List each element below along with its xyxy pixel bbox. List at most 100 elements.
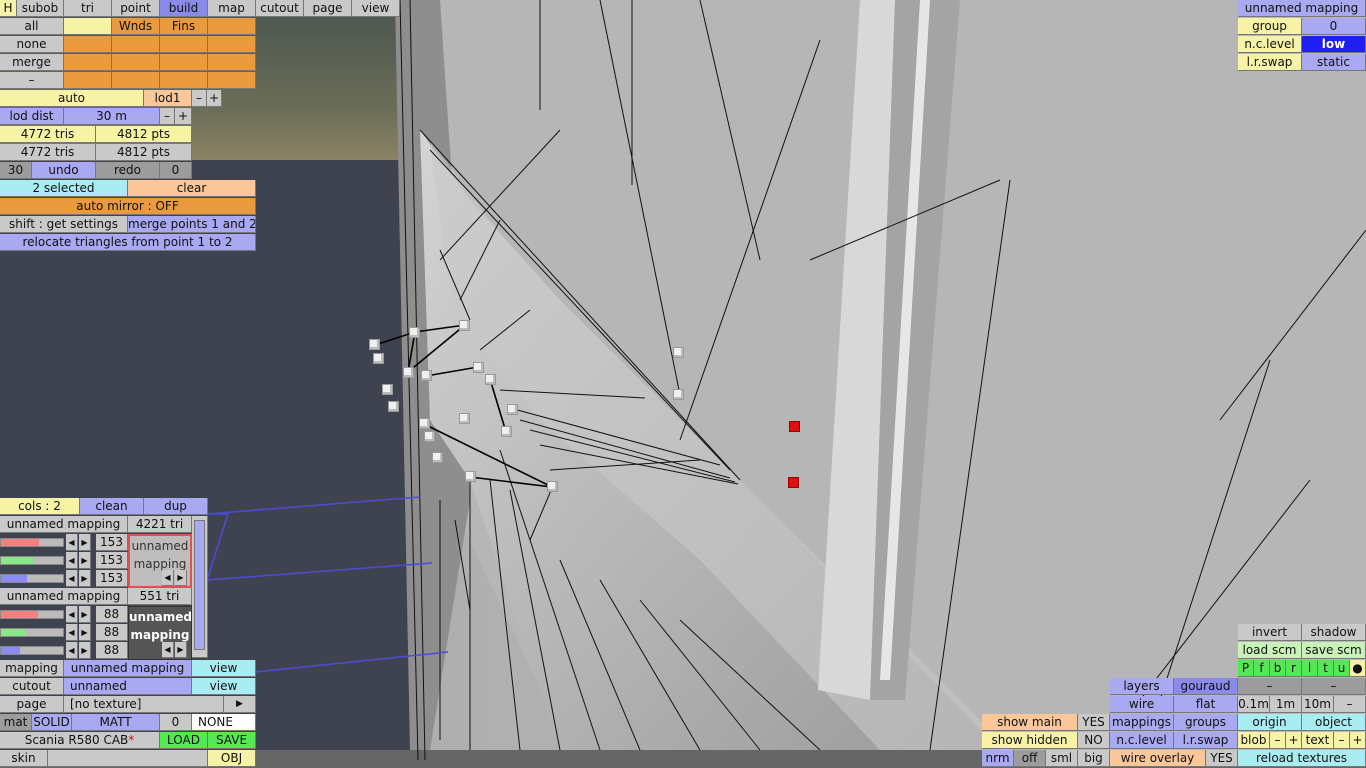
swatch-prev-arrow-icon[interactable]: ◀ — [162, 570, 174, 586]
size-off-button[interactable]: off — [1014, 750, 1046, 767]
group-cell[interactable] — [208, 36, 256, 53]
menu-point[interactable]: point — [112, 0, 160, 17]
vertex-handle[interactable] — [373, 353, 384, 364]
view-direction-button[interactable]: P — [1238, 660, 1254, 677]
color-channel-slider[interactable] — [0, 574, 64, 583]
menu-view[interactable]: view — [352, 0, 400, 17]
view-direction-button[interactable]: r — [1286, 660, 1302, 677]
group-cell[interactable] — [208, 72, 256, 89]
show-hidden-label[interactable]: show hidden — [982, 732, 1078, 749]
nc-level-value[interactable]: low — [1302, 36, 1366, 53]
lr-swap-button[interactable]: l.r.swap — [1174, 732, 1238, 749]
group-cell[interactable] — [64, 18, 112, 35]
color-channel-value[interactable]: 153 — [96, 552, 128, 569]
mat-none-field[interactable]: NONE — [192, 714, 256, 731]
menu-page[interactable]: page — [304, 0, 352, 17]
vertex-handle[interactable] — [432, 452, 443, 463]
group-none-button[interactable]: none — [0, 36, 64, 53]
swatch-next-arrow-icon[interactable]: ▶ — [175, 570, 187, 586]
flat-button[interactable]: flat — [1174, 696, 1238, 713]
group-cell[interactable] — [64, 54, 112, 71]
color-channel-slider[interactable] — [0, 538, 64, 547]
vertex-handle[interactable] — [459, 320, 470, 331]
step-minus-button[interactable]: – — [1238, 678, 1302, 695]
mat-solid-button[interactable]: SOLID — [32, 714, 72, 731]
wire-overlay-value[interactable]: YES — [1206, 750, 1238, 767]
menu-cutout[interactable]: cutout — [256, 0, 304, 17]
lod-auto-button[interactable]: auto — [0, 90, 144, 107]
save-button[interactable]: SAVE — [208, 732, 256, 749]
color-channel-value[interactable]: 88 — [96, 624, 128, 641]
blob-plus[interactable]: + — [1286, 732, 1302, 749]
group-cell[interactable] — [160, 54, 208, 71]
group-cell[interactable] — [112, 36, 160, 53]
obj-button[interactable]: OBJ — [208, 750, 256, 767]
group-cell[interactable] — [64, 36, 112, 53]
show-hidden-value[interactable]: NO — [1078, 732, 1110, 749]
view-direction-button[interactable]: l — [1302, 660, 1318, 677]
vertex-handle[interactable] — [485, 374, 496, 385]
group-merge-button[interactable]: merge — [0, 54, 64, 71]
color-channel-slider[interactable] — [0, 628, 64, 637]
vertex-handle[interactable] — [673, 347, 684, 358]
channel-increase-arrow-icon[interactable]: ▶ — [79, 606, 91, 623]
channel-increase-arrow-icon[interactable]: ▶ — [79, 624, 91, 641]
cutout-value[interactable]: unnamed — [64, 678, 192, 695]
color-channel-value[interactable]: 88 — [96, 642, 128, 659]
vertex-handle[interactable] — [382, 384, 393, 395]
group-dash-button[interactable]: – — [0, 72, 64, 89]
vertex-handle[interactable] — [547, 481, 558, 492]
show-main-label[interactable]: show main — [982, 714, 1078, 731]
color-channel-value[interactable]: 88 — [96, 606, 128, 623]
view-direction-button[interactable]: t — [1318, 660, 1334, 677]
color-channel-value[interactable]: 153 — [96, 570, 128, 587]
lod-plus-button[interactable]: + — [207, 90, 222, 107]
menu-build[interactable]: build — [160, 0, 208, 17]
page-value[interactable]: [no texture] — [64, 696, 224, 713]
model-name[interactable]: Scania R580 CAB* — [0, 732, 160, 749]
group-fins[interactable]: Fins — [160, 18, 208, 35]
view-direction-button[interactable]: f — [1254, 660, 1270, 677]
channel-increase-arrow-icon[interactable]: ▶ — [79, 552, 91, 569]
vertex-handle[interactable] — [501, 426, 512, 437]
blob-minus[interactable]: – — [1270, 732, 1286, 749]
nc-level-button[interactable]: n.c.level — [1110, 732, 1174, 749]
group-wnds[interactable]: Wnds — [112, 18, 160, 35]
selected-vertex-handle[interactable] — [788, 477, 799, 488]
redo-button[interactable]: redo — [96, 162, 160, 179]
channel-decrease-arrow-icon[interactable]: ◀ — [66, 534, 78, 551]
groups-button[interactable]: groups — [1174, 714, 1238, 731]
undo-button[interactable]: undo — [32, 162, 96, 179]
mat-number[interactable]: 0 — [160, 714, 192, 731]
layers-button[interactable]: layers — [1110, 678, 1174, 695]
shadow-button[interactable]: shadow — [1302, 624, 1366, 641]
channel-decrease-arrow-icon[interactable]: ◀ — [66, 570, 78, 587]
view-direction-button[interactable]: u — [1334, 660, 1350, 677]
vertex-handle[interactable] — [473, 362, 484, 373]
grid-1m-button[interactable]: 1m — [1270, 696, 1302, 713]
view-direction-button[interactable]: b — [1270, 660, 1286, 677]
swatch-next-arrow-icon[interactable]: ▶ — [175, 642, 187, 658]
scrollbar-thumb[interactable] — [194, 520, 205, 650]
group-cell[interactable] — [208, 18, 256, 35]
color-channel-value[interactable]: 153 — [96, 534, 128, 551]
vertex-handle[interactable] — [419, 418, 430, 429]
vertex-handle[interactable] — [424, 431, 435, 442]
mat-matt-button[interactable]: MATT — [72, 714, 160, 731]
mapping-entry-name[interactable]: unnamed mapping — [0, 588, 128, 605]
show-main-value[interactable]: YES — [1078, 714, 1110, 731]
group-cell[interactable] — [160, 36, 208, 53]
vertex-handle[interactable] — [421, 370, 432, 381]
size-sml-button[interactable]: sml — [1046, 750, 1078, 767]
mapping-entry-name[interactable]: unnamed mapping — [0, 516, 128, 533]
mapping-view-button[interactable]: view — [192, 660, 256, 677]
menu-h-button[interactable]: H — [0, 0, 17, 17]
text-minus[interactable]: – — [1334, 732, 1350, 749]
load-button[interactable]: LOAD — [160, 732, 208, 749]
grid-10m-button[interactable]: 10m — [1302, 696, 1334, 713]
group-cell[interactable] — [112, 54, 160, 71]
vertex-handle[interactable] — [369, 339, 380, 350]
channel-decrease-arrow-icon[interactable]: ◀ — [66, 624, 78, 641]
view-center-dot-icon[interactable]: ● — [1350, 660, 1366, 677]
vertex-handle[interactable] — [388, 401, 399, 412]
